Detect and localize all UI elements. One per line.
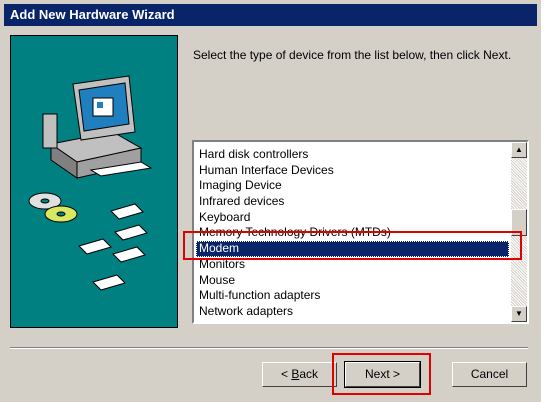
- device-type-list: Hard disk controllers Human Interface De…: [196, 147, 509, 320]
- computer-disks-illustration: [28, 75, 153, 291]
- cancel-button[interactable]: Cancel: [452, 362, 527, 387]
- wizard-window: Add New Hardware Wizard Select the type …: [0, 0, 541, 402]
- scroll-down-arrow-icon[interactable]: ▼: [511, 306, 527, 322]
- title-bar[interactable]: Add New Hardware Wizard: [4, 4, 537, 26]
- list-item[interactable]: Multi-function adapters: [196, 288, 509, 304]
- list-item[interactable]: Keyboard: [196, 210, 509, 226]
- list-item-selected[interactable]: Modem: [196, 241, 509, 257]
- list-item[interactable]: Memory Technology Drivers (MTDs): [196, 225, 509, 241]
- back-prefix: <: [280, 367, 292, 381]
- device-type-listbox[interactable]: Hard disk controllers Human Interface De…: [192, 140, 529, 324]
- scrollbar-thumb[interactable]: [511, 209, 527, 236]
- vertical-scrollbar[interactable]: ▲ ▼: [511, 142, 527, 322]
- list-item[interactable]: Human Interface Devices: [196, 163, 509, 179]
- instruction-text: Select the type of device from the list …: [193, 48, 512, 62]
- list-item[interactable]: Mouse: [196, 273, 509, 289]
- list-item[interactable]: Imaging Device: [196, 178, 509, 194]
- separator: [10, 347, 528, 349]
- list-item[interactable]: Monitors: [196, 257, 509, 273]
- back-button[interactable]: < Back: [262, 362, 337, 387]
- scroll-up-arrow-icon[interactable]: ▲: [511, 142, 527, 158]
- list-item[interactable]: Infrared devices: [196, 194, 509, 210]
- wizard-illustration: [10, 35, 178, 328]
- list-item[interactable]: Hard disk controllers: [196, 147, 509, 163]
- back-label: ack: [299, 367, 319, 381]
- list-item[interactable]: Network adapters: [196, 304, 509, 320]
- next-button[interactable]: Next >: [344, 361, 421, 388]
- window-title: Add New Hardware Wizard: [10, 7, 175, 22]
